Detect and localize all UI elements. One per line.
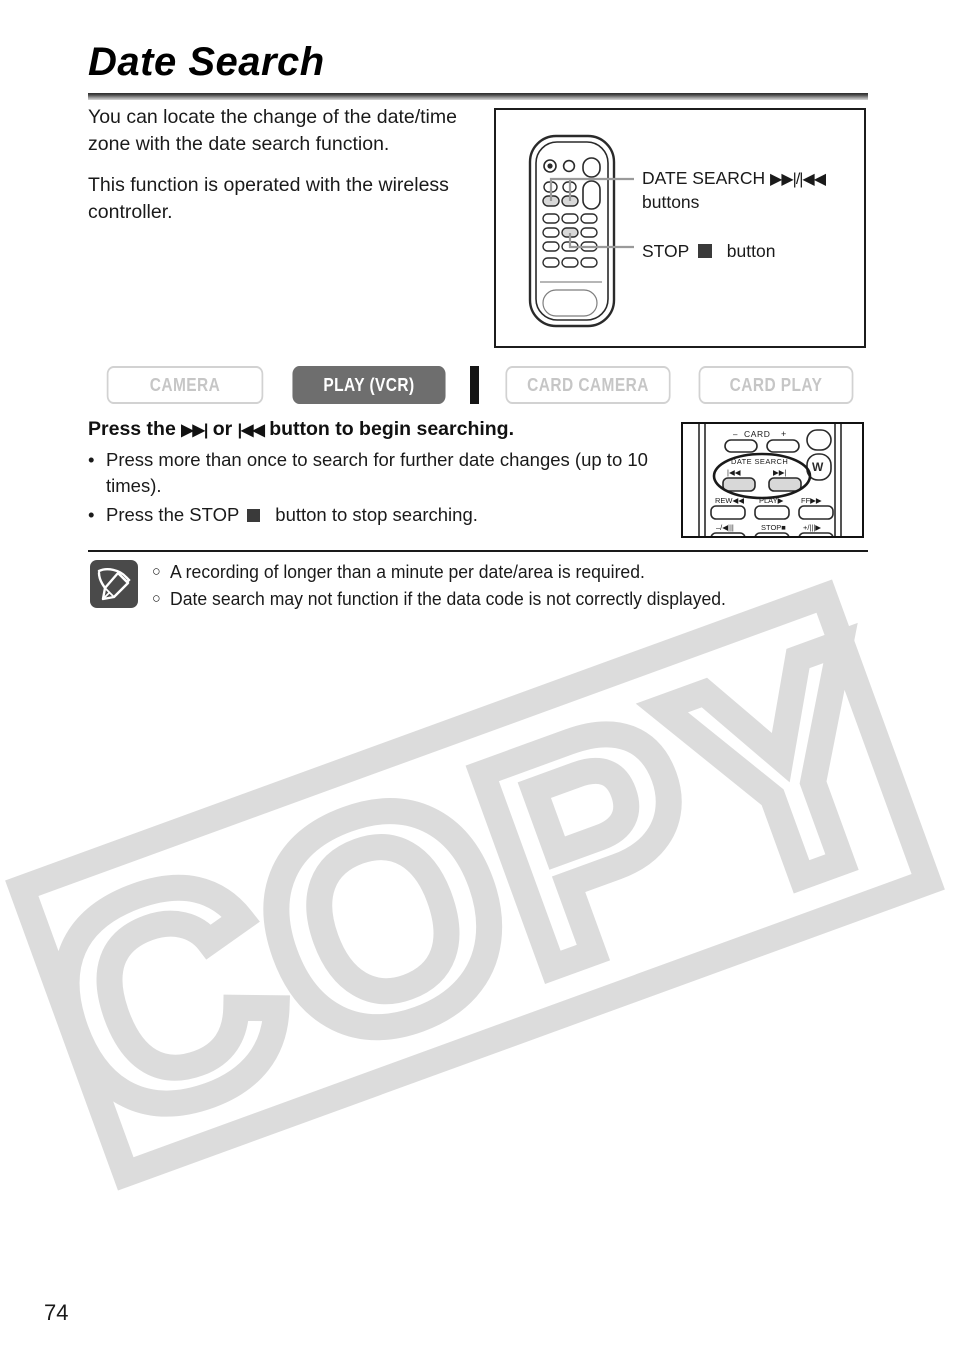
inset-zoom-wide-label: W — [812, 460, 824, 474]
procedure-bullet-2-text-after: button to stop searching. — [275, 504, 478, 525]
title-block: Date Search — [88, 40, 868, 100]
note-bullet-icon: ○ — [152, 563, 161, 580]
tab-card-camera[interactable]: CARD CAMERA — [505, 366, 671, 404]
fast-forward-icon: ▶▶| — [181, 422, 208, 439]
note-item-text: Date search may not function if the data… — [170, 588, 726, 609]
procedure-bullet-2-text-before: Press the STOP — [106, 504, 239, 525]
intro-paragraph-2: This function is operated with the wirel… — [88, 174, 449, 223]
operating-mode-tabs: CAMERA PLAY (VCR) CARD CAMERA CARD PLAY — [88, 366, 868, 406]
procedure-heading-before: Press the — [88, 418, 176, 440]
procedure-heading-after: button to begin searching. — [269, 418, 515, 440]
inset-play-label: PLAY▶ — [759, 496, 785, 505]
inset-rewind-icon: |◀◀ — [727, 468, 742, 477]
notes-divider — [88, 550, 868, 552]
inset-minus-slow-label: –/◀||| — [716, 523, 734, 532]
page-number: 74 — [44, 1300, 69, 1325]
tab-group-separator — [470, 366, 479, 404]
remote-controller-figure: DATE SEARCH ▶▶|/|◀◀ buttons STOP button — [494, 108, 866, 348]
note-item: ○ A recording of longer than a minute pe… — [152, 558, 817, 585]
inset-ff-label: FF▶▶ — [801, 496, 823, 505]
manual-page: Date Search You can locate the change of… — [0, 0, 954, 1357]
tab-play-vcr[interactable]: PLAY (VCR) — [292, 366, 446, 404]
tab-card-play[interactable]: CARD PLAY — [698, 366, 854, 404]
stop-square-icon — [697, 244, 712, 258]
note-item: ○ Date search may not function if the da… — [152, 585, 817, 612]
wireless-controller-illustration — [528, 134, 634, 328]
intro-paragraph-1: You can locate the change of the date/ti… — [88, 106, 457, 155]
procedure-bullet-1: • Press more than once to search for fur… — [88, 447, 668, 499]
inset-card-plus-label: + — [781, 429, 786, 439]
page-title: Date Search — [88, 40, 325, 84]
tab-camera[interactable]: CAMERA — [106, 366, 264, 404]
stop-square-icon — [247, 509, 261, 522]
inset-rew-label: REW◀◀ — [715, 496, 745, 505]
title-divider — [88, 93, 868, 100]
procedure-bullet-2: • Press the STOP button to stop searchin… — [88, 502, 668, 528]
tab-card-play-label: CARD PLAY — [729, 374, 823, 395]
rewind-icon: |◀◀ — [237, 422, 265, 439]
bullet-marker: • — [88, 504, 95, 525]
callout-date-search: DATE SEARCH ▶▶|/|◀◀ buttons — [642, 167, 826, 214]
pencil-glyph — [97, 568, 131, 601]
tab-card-camera-label: CARD CAMERA — [527, 374, 649, 395]
procedure-heading: Press the ▶▶| or |◀◀ button to begin sea… — [88, 418, 668, 441]
tab-play-vcr-label: PLAY (VCR) — [323, 374, 415, 395]
intro-text: You can locate the change of the date/ti… — [88, 104, 478, 226]
notes-list: ○ A recording of longer than a minute pe… — [152, 558, 852, 612]
note-bullet-icon: ○ — [152, 590, 161, 607]
bullet-marker: • — [88, 449, 95, 470]
inset-card-minus-label: – — [733, 430, 738, 439]
callout-stop-suffix: button — [726, 241, 776, 261]
tab-camera-label: CAMERA — [149, 374, 221, 395]
inset-date-search-label: DATE SEARCH — [731, 457, 788, 466]
remote-closeup-illustration: – CARD + W DATE SEARCH |◀◀ ▶▶| REW◀◀ PLA… — [698, 424, 842, 536]
inset-card-label: CARD — [744, 429, 771, 439]
callout-stop-label: STOP — [642, 241, 690, 261]
date-search-symbols-icon: ▶▶|/|◀◀ — [770, 171, 826, 188]
note-item-text: A recording of longer than a minute per … — [170, 561, 645, 582]
note-pencil-icon — [90, 560, 138, 608]
procedure-heading-middle: or — [212, 418, 233, 440]
procedure-bullet-1-text: Press more than once to search for furth… — [106, 449, 648, 496]
procedure-block: Press the ▶▶| or |◀◀ button to begin sea… — [88, 418, 668, 528]
inset-plus-slow-label: +/|||▶ — [803, 523, 822, 532]
callout-stop: STOP button — [642, 240, 775, 263]
callout-date-search-suffix: buttons — [642, 192, 700, 212]
callout-date-search-label: DATE SEARCH — [642, 168, 766, 188]
remote-closeup-figure: – CARD + W DATE SEARCH |◀◀ ▶▶| REW◀◀ PLA… — [681, 422, 864, 538]
inset-stop-label: STOP■ — [761, 523, 786, 532]
inset-fast-forward-icon: ▶▶| — [773, 468, 787, 477]
